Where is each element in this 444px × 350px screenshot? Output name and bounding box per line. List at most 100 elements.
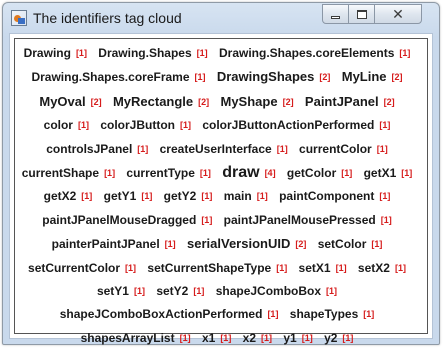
tag-count: [1] <box>276 262 288 273</box>
tag-cloud-entry: controlsJPanel [1] <box>46 142 156 156</box>
tag-name: shapeTypes <box>289 307 359 322</box>
tag-name: paintComponent <box>279 189 375 204</box>
tag-name: getX1 <box>363 166 397 181</box>
maximize-icon <box>356 9 367 19</box>
tag-name: PaintJPanel <box>304 93 379 109</box>
tag-count: [1] <box>141 191 153 202</box>
tag-count: [1] <box>137 143 149 154</box>
window-content: Drawing [1] Drawing.Shapes [1] Drawing.Sha… <box>9 33 433 345</box>
tag-cloud-entry: shapeTypes [1] <box>290 307 382 321</box>
tag-cloud-entry: paintJPanelMousePressed [1] <box>224 213 400 227</box>
tag-name: setCurrentShapeType <box>147 260 272 275</box>
tag-cloud-entry: MyOval [2] <box>39 94 109 109</box>
tag-name: y1 <box>283 330 297 345</box>
tag-cloud-entry: y2 [1] <box>324 331 361 345</box>
tag-count: [1] <box>164 239 176 250</box>
tag-name: setY2 <box>156 284 189 299</box>
tag-count: [1] <box>401 168 413 179</box>
tag-name: MyRectangle <box>112 93 194 109</box>
tag-cloud-entry: MyRectangle [2] <box>112 93 217 109</box>
tag-cloud-entry: DrawingShapes [2] <box>216 69 339 85</box>
tag-name: Drawing <box>23 46 71 60</box>
tag-cloud-entry: getY2 [1] <box>164 189 221 203</box>
tag-name: getY1 <box>103 189 137 204</box>
tag-cloud-entry: x2 [1] <box>243 331 280 345</box>
tag-cloud-entry: serialVersionUID [2] <box>187 236 314 252</box>
tag-count: [1] <box>326 286 338 297</box>
tag-count: [2] <box>319 72 331 83</box>
tag-cloud-entry: setX1 [1] <box>299 261 355 275</box>
tag-name: Drawing.Shapes.coreElements <box>218 46 395 60</box>
minimize-icon <box>331 15 340 19</box>
tag-count: [1] <box>179 332 191 343</box>
tag-name: setX1 <box>298 260 331 275</box>
tag-cloud-entry: main [1] <box>224 189 276 203</box>
tag-count: [1] <box>376 143 388 154</box>
tag-cloud-panel: Drawing [1] Drawing.Shapes [1] Drawing.Sha… <box>14 38 428 345</box>
tag-name: MyShape <box>220 93 278 109</box>
tag-count: [1] <box>276 143 288 154</box>
tag-name: Drawing.Shapes <box>98 46 192 60</box>
tag-cloud-entry: setY1 [1] <box>97 284 153 298</box>
tag-cloud-entry: Drawing [1] <box>24 46 95 60</box>
tag-count: [1] <box>379 120 391 131</box>
tag-cloud-entry: paintJPanelMouseDragged [1] <box>42 213 220 227</box>
tag-name: Drawing.Shapes.coreFrame <box>31 70 190 85</box>
tag-cloud-entry: y1 [1] <box>283 331 320 345</box>
title-bar[interactable]: The identifiers tag cloud ✕ <box>3 3 439 33</box>
tag-count: [1] <box>125 262 137 273</box>
tag-name: colorJButton <box>100 118 175 133</box>
tag-count: [1] <box>220 332 232 343</box>
tag-name: paintJPanelMousePressed <box>223 212 376 227</box>
tag-name: createUserInterface <box>159 141 272 156</box>
tag-cloud-entry: getX1 [1] <box>364 166 421 180</box>
tag-cloud-entry: color [1] <box>44 118 97 132</box>
tag-name: getColor <box>286 166 337 181</box>
tag-cloud-entry: setColor [1] <box>318 237 391 251</box>
tag-count: [1] <box>363 309 375 320</box>
tag-count: [2] <box>198 96 210 107</box>
tag-cloud-entry: Drawing.Shapes.coreElements [1] <box>219 46 418 60</box>
tag-count: [4] <box>264 168 276 179</box>
tag-count: [1] <box>380 214 392 225</box>
tag-name: setX2 <box>357 260 390 275</box>
tag-name: draw <box>222 164 260 182</box>
tag-count: [1] <box>261 332 273 343</box>
tag-name: shapeJComboBoxActionPerformed <box>59 307 263 322</box>
tag-count: [1] <box>104 168 116 179</box>
tag-cloud-entry: PaintJPanel [2] <box>304 93 403 109</box>
maximize-button[interactable] <box>348 4 375 24</box>
close-icon: ✕ <box>392 6 404 22</box>
tag-name: setColor <box>317 237 367 252</box>
tag-name: currentType <box>126 166 195 181</box>
tag-count: [1] <box>335 262 347 273</box>
tag-cloud-entry: MyShape [2] <box>220 93 302 109</box>
tag-count: [1] <box>193 286 205 297</box>
tag-cloud-entry: x1 [1] <box>202 331 239 345</box>
tag-count: [1] <box>267 309 279 320</box>
minimize-button[interactable] <box>322 4 349 24</box>
tag-cloud-entry: setX2 [1] <box>358 261 414 275</box>
tag-name: x2 <box>242 330 257 345</box>
tag-name: serialVersionUID <box>187 236 291 252</box>
tag-count: [1] <box>199 168 211 179</box>
tag-name: setCurrentColor <box>28 260 121 275</box>
tag-name: shapesArrayList <box>80 330 175 345</box>
tag-name: color <box>43 118 73 133</box>
tag-name: currentColor <box>299 141 372 156</box>
java-app-icon[interactable] <box>11 10 27 26</box>
tag-count: [1] <box>194 72 206 83</box>
tag-name: x1 <box>201 330 216 345</box>
tag-count: [2] <box>295 239 307 250</box>
tag-cloud-entry: shapeJComboBoxActionPerformed [1] <box>60 307 287 321</box>
tag-name: DrawingShapes <box>216 69 315 85</box>
tag-count: [1] <box>394 262 406 273</box>
tag-name: currentShape <box>21 166 100 181</box>
close-button[interactable]: ✕ <box>374 4 422 24</box>
tag-cloud-entry: colorJButtonActionPerformed [1] <box>202 118 398 132</box>
tag-name: painterPaintJPanel <box>51 237 160 252</box>
tag-name: colorJButtonActionPerformed <box>202 118 375 133</box>
tag-count: [1] <box>133 286 145 297</box>
tag-cloud-entry: currentColor [1] <box>299 142 396 156</box>
tag-cloud-entry: currentShape [1] <box>22 166 123 180</box>
